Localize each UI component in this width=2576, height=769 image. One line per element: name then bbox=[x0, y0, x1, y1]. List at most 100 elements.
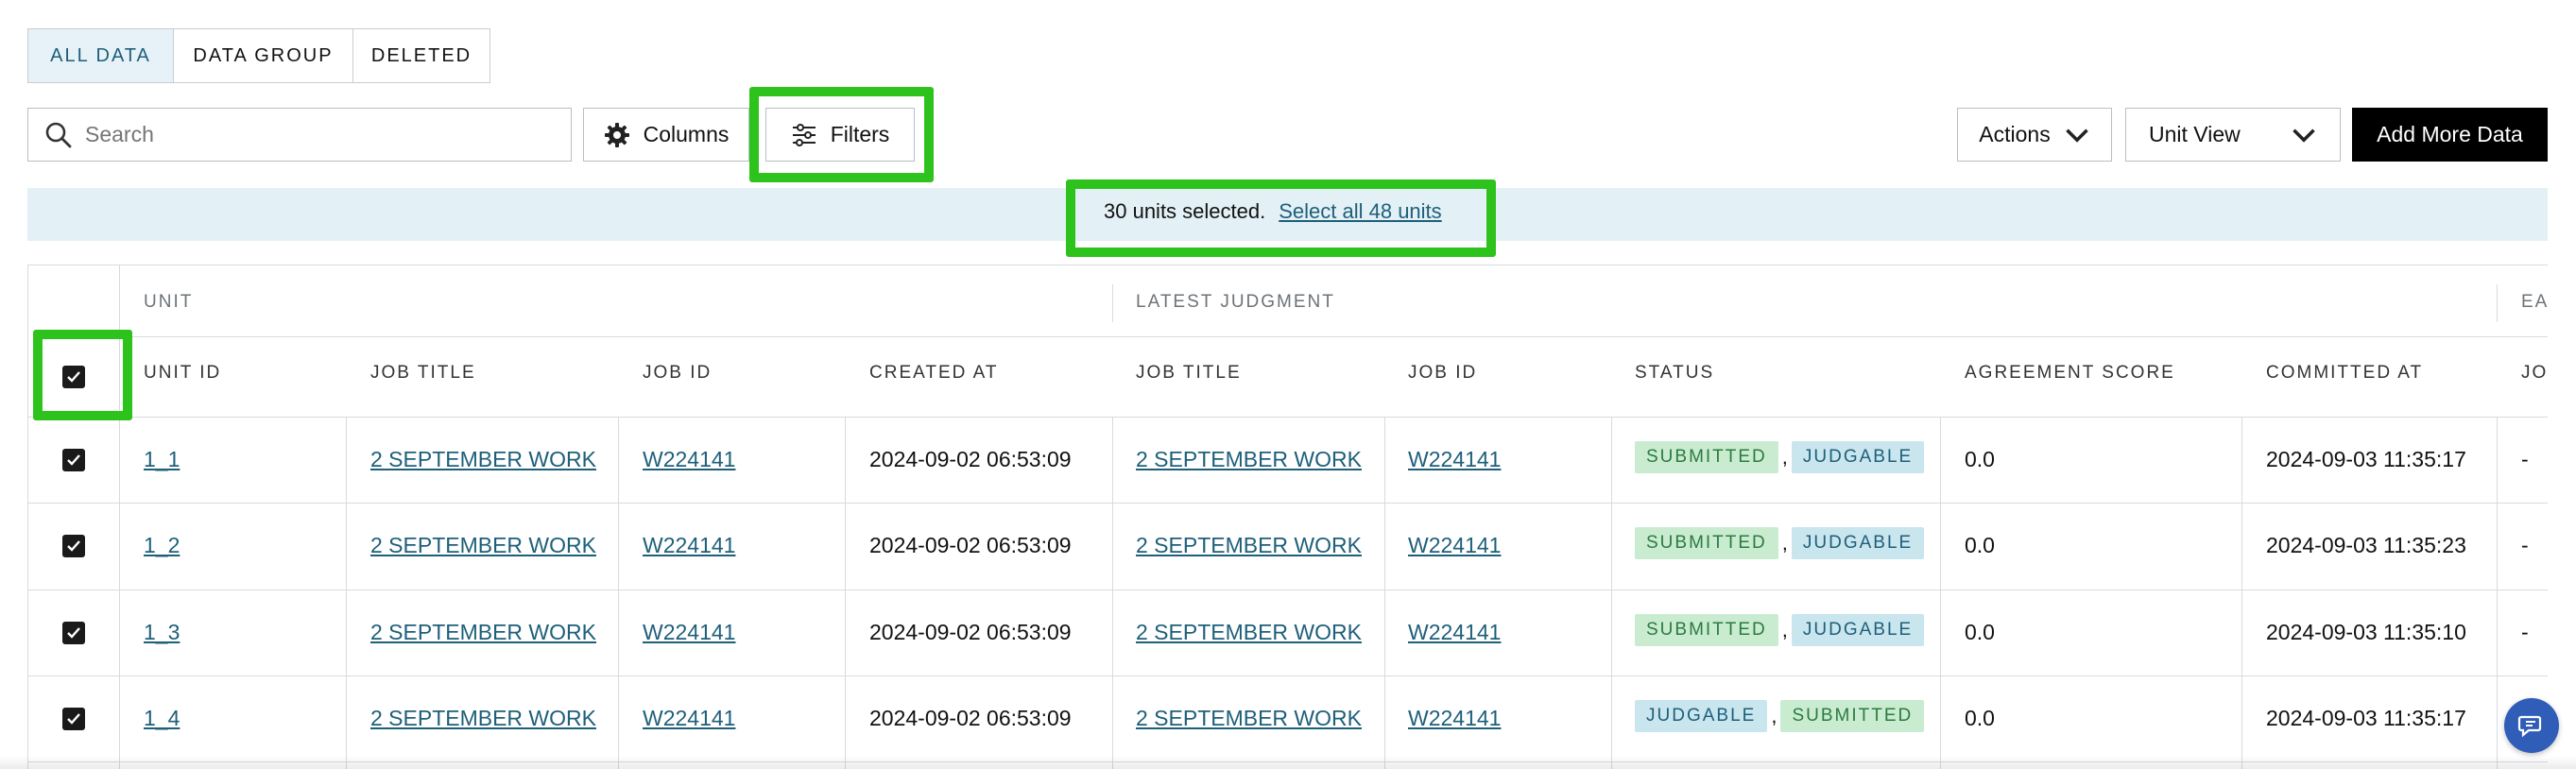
job-id-link[interactable]: W224141 bbox=[643, 706, 735, 731]
committed-at-cell: 2024-09-03 11:35:23 bbox=[2266, 533, 2466, 557]
latest-job-title-link[interactable]: 2 SEPTEMBER WORK bbox=[1136, 706, 1362, 731]
status-cell: JUDGABLE, SUBMITTED bbox=[1635, 700, 1925, 732]
column-header-agreement-score[interactable]: AGREEMENT SCORE bbox=[1965, 363, 2175, 384]
selection-banner-text: 30 units selected. Select all 48 units bbox=[1104, 199, 1442, 224]
committed-at-cell: 2024-09-03 11:35:17 bbox=[2266, 447, 2466, 471]
checkmark-icon bbox=[67, 454, 80, 466]
column-header-job-title[interactable]: JOB TITLE bbox=[370, 363, 476, 384]
agreement-score-cell: 0.0 bbox=[1965, 706, 1995, 730]
add-more-data-button[interactable]: Add More Data bbox=[2352, 108, 2548, 162]
chevron-down-icon bbox=[2065, 128, 2088, 143]
group-header-partial: EA bbox=[2521, 292, 2548, 312]
status-separator: , bbox=[1781, 531, 1788, 555]
unit-id-link[interactable]: 1_1 bbox=[144, 447, 180, 472]
select-all-checkbox[interactable] bbox=[62, 366, 85, 388]
partial-cell: - bbox=[2521, 533, 2529, 557]
latest-job-title-link[interactable]: 2 SEPTEMBER WORK bbox=[1136, 620, 1362, 645]
checkmark-icon bbox=[67, 627, 80, 639]
checkmark-icon bbox=[67, 540, 80, 552]
agreement-score-cell: 0.0 bbox=[1965, 533, 1995, 557]
created-at-cell: 2024-09-02 06:53:09 bbox=[869, 447, 1072, 471]
row-checkbox[interactable] bbox=[62, 449, 85, 471]
created-at-cell: 2024-09-02 06:53:09 bbox=[869, 533, 1072, 557]
chevron-down-icon bbox=[2293, 128, 2315, 143]
search-icon bbox=[45, 122, 72, 147]
status-badge: SUBMITTED bbox=[1635, 527, 1778, 559]
search-box bbox=[27, 108, 572, 162]
data-tabs: ALL DATA DATA GROUP DELETED bbox=[27, 28, 490, 83]
job-title-link[interactable]: 2 SEPTEMBER WORK bbox=[370, 533, 596, 558]
filters-button[interactable]: Filters bbox=[765, 108, 915, 162]
column-header-latest-job-title[interactable]: JOB TITLE bbox=[1136, 363, 1242, 384]
column-header-status[interactable]: STATUS bbox=[1635, 363, 1714, 384]
row-checkbox[interactable] bbox=[62, 622, 85, 644]
latest-job-id-link[interactable]: W224141 bbox=[1408, 447, 1501, 472]
latest-job-id-link[interactable]: W224141 bbox=[1408, 706, 1501, 731]
bottom-shadow bbox=[0, 756, 2576, 769]
row-checkbox[interactable] bbox=[62, 535, 85, 557]
checkmark-icon bbox=[67, 371, 80, 383]
row-checkbox[interactable] bbox=[62, 708, 85, 730]
latest-job-id-link[interactable]: W224141 bbox=[1408, 533, 1501, 558]
partial-cell: - bbox=[2521, 620, 2529, 644]
units-selected-text: 30 units selected. bbox=[1104, 199, 1266, 223]
column-header-latest-job-id[interactable]: JOB ID bbox=[1408, 363, 1477, 384]
status-badge: JUDGABLE bbox=[1791, 614, 1925, 646]
latest-job-id-link[interactable]: W224141 bbox=[1408, 620, 1501, 645]
latest-job-title-link[interactable]: 2 SEPTEMBER WORK bbox=[1136, 447, 1362, 472]
column-header-created-at[interactable]: CREATED AT bbox=[869, 363, 998, 384]
unit-id-link[interactable]: 1_4 bbox=[144, 706, 180, 731]
job-title-link[interactable]: 2 SEPTEMBER WORK bbox=[370, 620, 596, 645]
chat-icon bbox=[2517, 715, 2542, 738]
unit-view-select[interactable]: Unit View bbox=[2125, 108, 2341, 162]
data-table: UNIT LATEST JUDGMENT EA UNIT ID JOB TITL… bbox=[27, 265, 2548, 769]
status-cell: SUBMITTED, JUDGABLE bbox=[1635, 527, 1925, 559]
status-badge: SUBMITTED bbox=[1780, 700, 1925, 732]
columns-button[interactable]: Columns bbox=[583, 108, 749, 162]
job-title-link[interactable]: 2 SEPTEMBER WORK bbox=[370, 447, 596, 472]
committed-at-cell: 2024-09-03 11:35:10 bbox=[2266, 620, 2466, 644]
column-header-unit-id[interactable]: UNIT ID bbox=[144, 363, 221, 384]
search-input[interactable] bbox=[85, 122, 558, 147]
tab-all-data[interactable]: ALL DATA bbox=[28, 29, 174, 82]
tab-deleted[interactable]: DELETED bbox=[353, 29, 489, 82]
status-cell: SUBMITTED, JUDGABLE bbox=[1635, 614, 1925, 646]
latest-job-title-link[interactable]: 2 SEPTEMBER WORK bbox=[1136, 533, 1362, 558]
unit-id-link[interactable]: 1_3 bbox=[144, 620, 180, 645]
created-at-cell: 2024-09-02 06:53:09 bbox=[869, 620, 1072, 644]
tab-data-group[interactable]: DATA GROUP bbox=[174, 29, 353, 82]
sliders-icon bbox=[792, 123, 816, 146]
group-header-unit: UNIT bbox=[144, 292, 194, 312]
gear-icon bbox=[604, 122, 629, 147]
status-separator: , bbox=[1771, 704, 1777, 727]
job-id-link[interactable]: W224141 bbox=[643, 620, 735, 645]
column-header-job-id[interactable]: JOB ID bbox=[643, 363, 712, 384]
status-separator: , bbox=[1781, 445, 1788, 469]
status-cell: SUBMITTED, JUDGABLE bbox=[1635, 441, 1925, 473]
agreement-score-cell: 0.0 bbox=[1965, 447, 1995, 471]
checkmark-icon bbox=[67, 713, 80, 725]
status-badge: JUDGABLE bbox=[1791, 527, 1925, 559]
actions-label: Actions bbox=[1979, 122, 2051, 146]
unit-view-label: Unit View bbox=[2149, 122, 2241, 146]
job-id-link[interactable]: W224141 bbox=[643, 447, 735, 472]
job-id-link[interactable]: W224141 bbox=[643, 533, 735, 558]
status-badge: SUBMITTED bbox=[1635, 614, 1778, 646]
partial-cell: - bbox=[2521, 447, 2529, 471]
status-badge: JUDGABLE bbox=[1791, 441, 1925, 473]
filters-label: Filters bbox=[830, 122, 890, 146]
column-header-committed-at[interactable]: COMMITTED AT bbox=[2266, 363, 2423, 384]
created-at-cell: 2024-09-02 06:53:09 bbox=[869, 706, 1072, 730]
status-separator: , bbox=[1781, 618, 1788, 641]
actions-button[interactable]: Actions bbox=[1957, 108, 2112, 162]
agreement-score-cell: 0.0 bbox=[1965, 620, 1995, 644]
job-title-link[interactable]: 2 SEPTEMBER WORK bbox=[370, 706, 596, 731]
status-badge: SUBMITTED bbox=[1635, 441, 1778, 473]
column-header-partial[interactable]: JO bbox=[2521, 363, 2548, 384]
unit-id-link[interactable]: 1_2 bbox=[144, 533, 180, 558]
committed-at-cell: 2024-09-03 11:35:17 bbox=[2266, 706, 2466, 730]
columns-label: Columns bbox=[643, 122, 730, 146]
chat-button[interactable] bbox=[2504, 698, 2559, 753]
select-all-link[interactable]: Select all 48 units bbox=[1279, 199, 1441, 224]
group-header-latest-judgment: LATEST JUDGMENT bbox=[1136, 292, 1335, 312]
